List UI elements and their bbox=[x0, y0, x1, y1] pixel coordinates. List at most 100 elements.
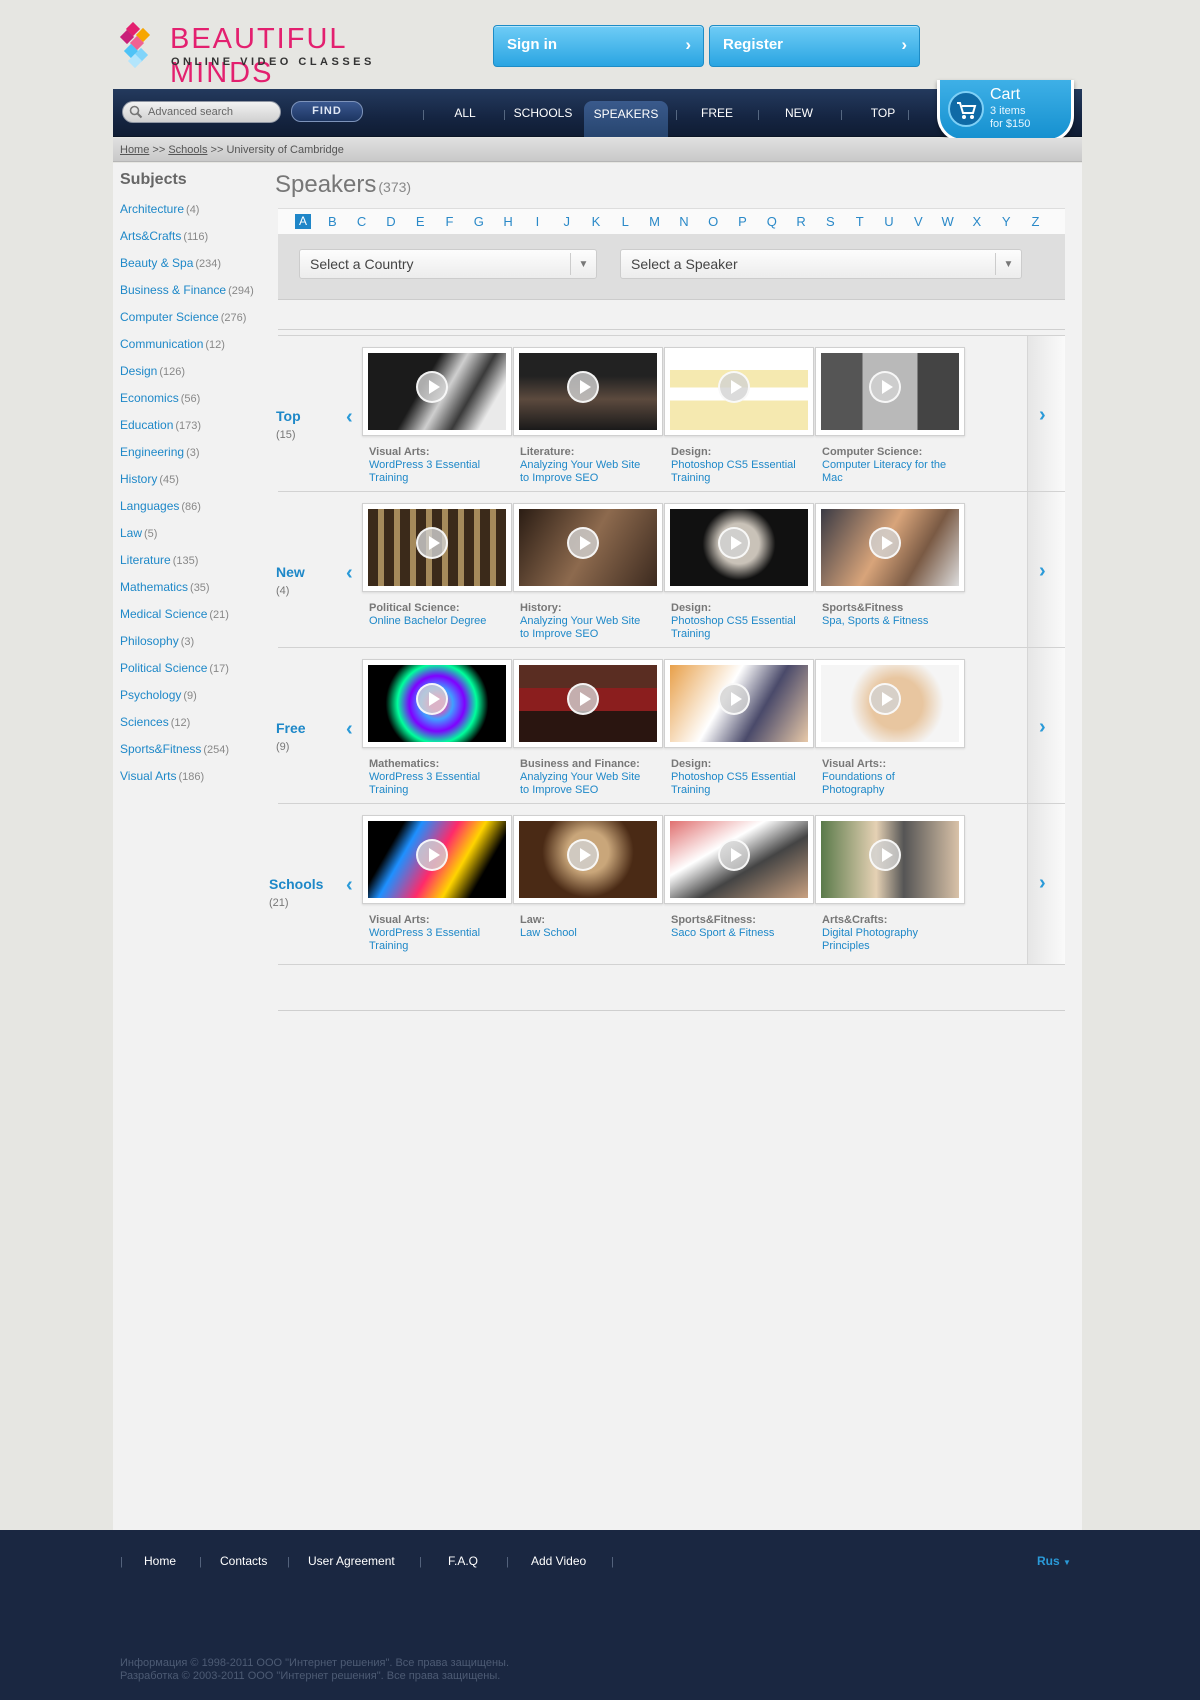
sidebar-item[interactable]: Literature (135) bbox=[120, 553, 260, 580]
course-card[interactable]: Sports&Fitness Spa, Sports & Fitness bbox=[815, 503, 965, 628]
row-title[interactable]: Free bbox=[276, 720, 306, 736]
course-card[interactable]: Business and Finance: Analyzing Your Web … bbox=[513, 659, 663, 797]
sidebar-item-label[interactable]: History bbox=[120, 472, 157, 486]
sidebar-item-label[interactable]: Medical Science bbox=[120, 607, 207, 621]
sidebar-item[interactable]: Psychology (9) bbox=[120, 688, 260, 715]
video-thumbnail[interactable] bbox=[513, 659, 663, 748]
sidebar-item[interactable]: Medical Science (21) bbox=[120, 607, 260, 634]
sidebar-item-label[interactable]: Architecture bbox=[120, 202, 184, 216]
play-icon[interactable] bbox=[869, 527, 901, 559]
nav-item-free[interactable]: FREE bbox=[680, 89, 754, 137]
letter-q[interactable]: Q bbox=[764, 214, 780, 229]
arrow-left-icon[interactable]: ‹ bbox=[346, 562, 353, 585]
sidebar-item[interactable]: Political Science (17) bbox=[120, 661, 260, 688]
play-icon[interactable] bbox=[869, 371, 901, 403]
arrow-right-icon[interactable]: › bbox=[1039, 404, 1046, 427]
register-button[interactable]: Register › bbox=[709, 25, 920, 67]
sidebar-item[interactable]: Computer Science (276) bbox=[120, 310, 260, 337]
sidebar-item[interactable]: Law (5) bbox=[120, 526, 260, 553]
sidebar-item-label[interactable]: Literature bbox=[120, 553, 171, 567]
sidebar-item[interactable]: Design (126) bbox=[120, 364, 260, 391]
course-title[interactable]: WordPress 3 Essential Training bbox=[369, 771, 494, 797]
letter-t[interactable]: T bbox=[852, 214, 868, 229]
arrow-left-icon[interactable]: ‹ bbox=[346, 718, 353, 741]
sidebar-item[interactable]: Engineering (3) bbox=[120, 445, 260, 472]
nav-item-schools[interactable]: SCHOOLS bbox=[508, 89, 578, 137]
course-title[interactable]: Law School bbox=[520, 927, 645, 940]
footer-link-user-agreement[interactable]: User Agreement bbox=[308, 1554, 395, 1568]
sidebar-item[interactable]: Mathematics (35) bbox=[120, 580, 260, 607]
breadcrumb-home[interactable]: Home bbox=[120, 144, 149, 156]
play-icon[interactable] bbox=[416, 527, 448, 559]
video-thumbnail[interactable] bbox=[362, 659, 512, 748]
sidebar-item[interactable]: Languages (86) bbox=[120, 499, 260, 526]
letter-r[interactable]: R bbox=[793, 214, 809, 229]
sidebar-item[interactable]: Beauty & Spa (234) bbox=[120, 256, 260, 283]
sidebar-item[interactable]: Economics (56) bbox=[120, 391, 260, 418]
sidebar-item[interactable]: Visual Arts (186) bbox=[120, 769, 260, 796]
next-panel[interactable]: › bbox=[1027, 336, 1065, 496]
nav-item-speakers[interactable]: SPEAKERS bbox=[584, 101, 668, 137]
video-thumbnail[interactable] bbox=[513, 815, 663, 904]
course-card[interactable]: Design: Photoshop CS5 Essential Training bbox=[664, 503, 814, 641]
play-icon[interactable] bbox=[718, 683, 750, 715]
letter-f[interactable]: F bbox=[442, 214, 458, 229]
letter-n[interactable]: N bbox=[676, 214, 692, 229]
course-title[interactable]: Photoshop CS5 Essential Training bbox=[671, 771, 796, 797]
video-thumbnail[interactable] bbox=[815, 815, 965, 904]
video-thumbnail[interactable] bbox=[513, 347, 663, 436]
letter-s[interactable]: S bbox=[822, 214, 838, 229]
sidebar-item-label[interactable]: Political Science bbox=[120, 661, 207, 675]
sidebar-item[interactable]: Education (173) bbox=[120, 418, 260, 445]
play-icon[interactable] bbox=[718, 371, 750, 403]
course-title[interactable]: Computer Literacy for the Mac bbox=[822, 459, 947, 485]
course-title[interactable]: Photoshop CS5 Essential Training bbox=[671, 615, 796, 641]
footer-link-add-video[interactable]: Add Video bbox=[531, 1554, 586, 1568]
sidebar-item-label[interactable]: Economics bbox=[120, 391, 179, 405]
letter-h[interactable]: H bbox=[500, 214, 516, 229]
next-panel[interactable]: › bbox=[1027, 648, 1065, 808]
sidebar-item[interactable]: Philosophy (3) bbox=[120, 634, 260, 661]
arrow-left-icon[interactable]: ‹ bbox=[346, 874, 353, 897]
sidebar-item-label[interactable]: Beauty & Spa bbox=[120, 256, 193, 270]
video-thumbnail[interactable] bbox=[815, 659, 965, 748]
cart-button[interactable]: Cart 3 items for $150 bbox=[937, 80, 1074, 142]
letter-m[interactable]: M bbox=[647, 214, 663, 229]
course-card[interactable]: Design: Photoshop CS5 Essential Training bbox=[664, 347, 814, 485]
arrow-left-icon[interactable]: ‹ bbox=[346, 406, 353, 429]
sidebar-item-label[interactable]: Sports&Fitness bbox=[120, 742, 201, 756]
letter-p[interactable]: P bbox=[735, 214, 751, 229]
sidebar-item-label[interactable]: Visual Arts bbox=[120, 769, 176, 783]
letter-v[interactable]: V bbox=[910, 214, 926, 229]
course-title[interactable]: Digital Photography Principles bbox=[822, 927, 947, 953]
letter-z[interactable]: Z bbox=[1028, 214, 1044, 229]
letter-g[interactable]: G bbox=[471, 214, 487, 229]
letter-y[interactable]: Y bbox=[998, 214, 1014, 229]
course-card[interactable]: Visual Arts: WordPress 3 Essential Traini… bbox=[362, 815, 512, 953]
letter-l[interactable]: L bbox=[617, 214, 633, 229]
course-title[interactable]: Analyzing Your Web Site to Improve SEO bbox=[520, 771, 645, 797]
course-card[interactable]: Political Science: Online Bachelor Degree bbox=[362, 503, 512, 628]
video-thumbnail[interactable] bbox=[513, 503, 663, 592]
course-card[interactable]: Visual Arts: WordPress 3 Essential Traini… bbox=[362, 347, 512, 485]
course-title[interactable]: Analyzing Your Web Site to Improve SEO bbox=[520, 615, 645, 641]
course-card[interactable]: Visual Arts:: Foundations of Photography bbox=[815, 659, 965, 797]
sidebar-item[interactable]: Business & Finance (294) bbox=[120, 283, 260, 310]
course-title[interactable]: Foundations of Photography bbox=[822, 771, 947, 797]
sidebar-item-label[interactable]: Psychology bbox=[120, 688, 181, 702]
play-icon[interactable] bbox=[869, 839, 901, 871]
course-card[interactable]: Sports&Fitness: Saco Sport & Fitness bbox=[664, 815, 814, 940]
course-card[interactable]: Literature: Analyzing Your Web Site to Im… bbox=[513, 347, 663, 485]
find-button[interactable]: FIND bbox=[291, 101, 363, 122]
sidebar-item[interactable]: History (45) bbox=[120, 472, 260, 499]
video-thumbnail[interactable] bbox=[664, 347, 814, 436]
sidebar-item-label[interactable]: Mathematics bbox=[120, 580, 188, 594]
footer-link-faq[interactable]: F.A.Q bbox=[448, 1554, 478, 1568]
footer-link-contacts[interactable]: Contacts bbox=[220, 1554, 267, 1568]
letter-e[interactable]: E bbox=[412, 214, 428, 229]
footer-link-home[interactable]: Home bbox=[144, 1554, 176, 1568]
sidebar-item-label[interactable]: Computer Science bbox=[120, 310, 219, 324]
letter-b[interactable]: B bbox=[324, 214, 340, 229]
course-title[interactable]: Saco Sport & Fitness bbox=[671, 927, 796, 940]
arrow-right-icon[interactable]: › bbox=[1039, 716, 1046, 739]
